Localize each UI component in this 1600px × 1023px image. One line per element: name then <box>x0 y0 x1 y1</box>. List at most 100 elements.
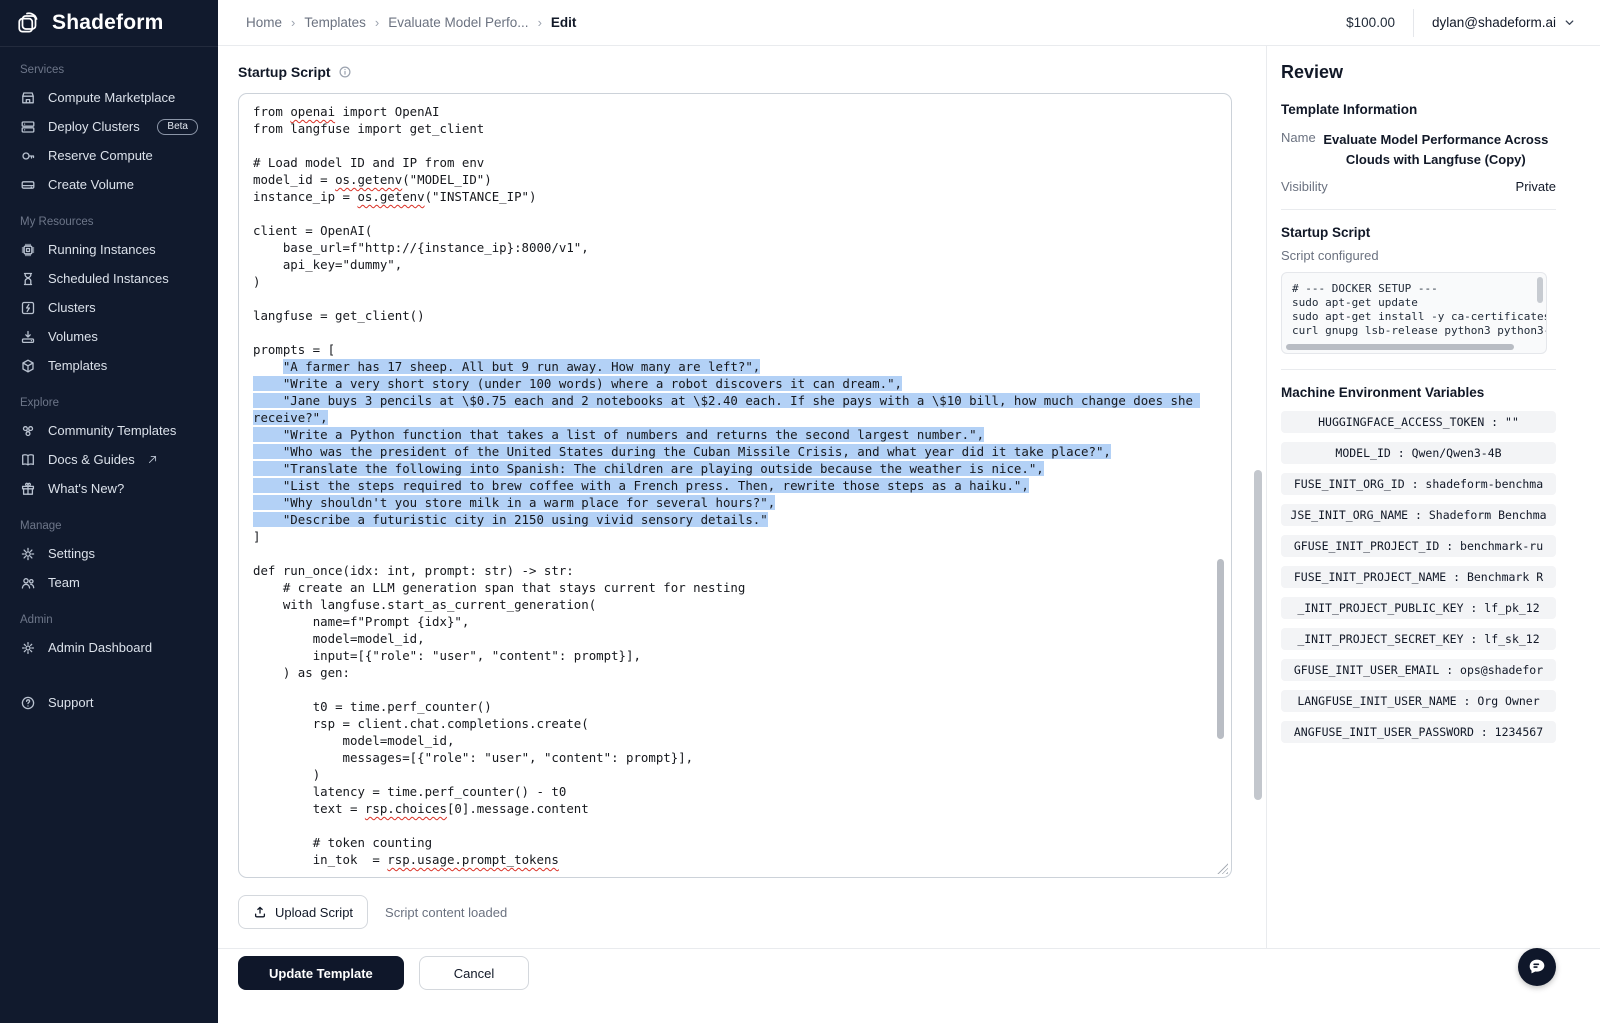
chevron-down-icon <box>1563 16 1576 29</box>
main-content: Startup Script from openai import OpenAI… <box>218 46 1267 948</box>
topbar: Home › Templates › Evaluate Model Perfo.… <box>218 0 1600 46</box>
visibility-value: Private <box>1516 179 1556 194</box>
section-label-admin: Admin <box>20 614 198 626</box>
sidebar-item-label: Volumes <box>48 329 98 344</box>
chat-bubble-icon <box>1526 956 1548 978</box>
bottom-action-bar: Update Template Cancel <box>218 948 1600 1023</box>
code-before-selection: from openai import OpenAI from langfuse … <box>253 104 589 374</box>
env-var-row: GFUSE_INIT_USER_EMAIL : ops@shadefor <box>1281 659 1556 681</box>
upload-icon <box>253 905 267 919</box>
logo-text: Shadeform <box>52 11 164 35</box>
topbar-divider <box>1413 9 1414 37</box>
env-var-row: FUSE_INIT_PROJECT_NAME : Benchmark R <box>1281 566 1556 588</box>
update-template-button[interactable]: Update Template <box>238 956 404 990</box>
review-panel: Review Template Information Name Evaluat… <box>1267 46 1600 948</box>
hourglass-icon <box>20 271 36 287</box>
script-preview-line: sudo apt-get update <box>1292 296 1532 310</box>
clusters-icon <box>20 300 36 316</box>
sidebar-item-create-volume[interactable]: Create Volume <box>0 170 218 199</box>
env-var-row: ANGFUSE_INIT_USER_PASSWORD : 1234567 <box>1281 721 1556 743</box>
sidebar-item-settings[interactable]: Settings <box>0 539 218 568</box>
preview-horizontal-scrollbar[interactable] <box>1286 344 1514 350</box>
script-preview-box[interactable]: # --- DOCKER SETUP --- sudo apt-get upda… <box>1281 272 1547 354</box>
sidebar-item-label: Admin Dashboard <box>48 640 152 655</box>
sidebar-item-whats-new[interactable]: What's New? <box>0 474 218 503</box>
upload-button-label: Upload Script <box>275 905 353 920</box>
env-var-row: _INIT_PROJECT_PUBLIC_KEY : lf_pk_12 <box>1281 597 1556 619</box>
sidebar-item-label: What's New? <box>48 481 124 496</box>
logo[interactable]: Shadeform <box>0 0 218 47</box>
breadcrumb-current: Edit <box>551 15 577 30</box>
sidebar-item-deploy-clusters[interactable]: Deploy Clusters Beta <box>0 112 218 141</box>
sidebar-item-reserve-compute[interactable]: Reserve Compute <box>0 141 218 170</box>
shadeform-logo-icon <box>16 10 42 36</box>
sidebar-item-admin-dashboard[interactable]: Admin Dashboard <box>0 633 218 662</box>
script-preview-line: curl gnupg lsb-release python3 python3- <box>1292 324 1532 338</box>
server-stack-icon <box>20 119 36 135</box>
upload-status-text: Script content loaded <box>385 905 507 920</box>
beta-badge: Beta <box>157 119 198 135</box>
startup-script-editor[interactable]: from openai import OpenAI from langfuse … <box>238 93 1232 878</box>
breadcrumb-home[interactable]: Home <box>246 15 282 30</box>
sidebar-item-label: Deploy Clusters <box>48 119 140 134</box>
team-icon <box>20 575 36 591</box>
section-label-my-resources: My Resources <box>20 216 198 228</box>
breadcrumb: Home › Templates › Evaluate Model Perfo.… <box>246 15 576 30</box>
breadcrumb-separator: › <box>538 15 542 30</box>
sidebar-item-support[interactable]: Support <box>0 688 218 717</box>
sidebar-item-label: Running Instances <box>48 242 156 257</box>
account-menu[interactable]: dylan@shadeform.ai <box>1432 15 1576 30</box>
sidebar-item-label: Settings <box>48 546 95 561</box>
name-label: Name <box>1281 130 1316 169</box>
sidebar: Shadeform Services Compute Marketplace D… <box>0 0 218 1023</box>
sidebar-item-community-templates[interactable]: Community Templates <box>0 416 218 445</box>
startup-script-heading: Startup Script <box>1281 225 1556 240</box>
app-window: Shadeform Services Compute Marketplace D… <box>0 0 1600 1023</box>
sidebar-item-label: Clusters <box>48 300 96 315</box>
env-var-row: LANGFUSE_INIT_USER_NAME : Org Owner <box>1281 690 1556 712</box>
section-label-services: Services <box>20 64 198 76</box>
sidebar-item-label: Reserve Compute <box>48 148 153 163</box>
sidebar-item-label: Templates <box>48 358 107 373</box>
sidebar-item-running-instances[interactable]: Running Instances <box>0 235 218 264</box>
code-selected-text: "A farmer has 17 sheep. All but 9 run aw… <box>253 359 1200 527</box>
sidebar-item-compute-marketplace[interactable]: Compute Marketplace <box>0 83 218 112</box>
sidebar-item-team[interactable]: Team <box>0 568 218 597</box>
cube-icon <box>20 358 36 374</box>
sidebar-item-templates[interactable]: Templates <box>0 351 218 380</box>
env-var-row: JSE_INIT_ORG_NAME : Shadeform Benchma <box>1281 504 1556 526</box>
sidebar-item-label: Scheduled Instances <box>48 271 169 286</box>
sidebar-item-docs-guides[interactable]: Docs & Guides <box>0 445 218 474</box>
chat-widget-button[interactable] <box>1518 948 1556 986</box>
reserve-key-icon <box>20 148 36 164</box>
upload-script-button[interactable]: Upload Script <box>238 895 368 929</box>
editor-scrollbar[interactable] <box>1217 559 1224 739</box>
sidebar-item-scheduled-instances[interactable]: Scheduled Instances <box>0 264 218 293</box>
env-var-row: FUSE_INIT_ORG_ID : shadeform-benchma <box>1281 473 1556 495</box>
preview-vertical-scrollbar[interactable] <box>1537 277 1543 303</box>
sidebar-item-label: Community Templates <box>48 423 176 438</box>
breadcrumb-separator: › <box>291 15 295 30</box>
breadcrumb-template-name[interactable]: Evaluate Model Perfo... <box>388 15 528 30</box>
account-balance: $100.00 <box>1346 15 1395 30</box>
breadcrumb-templates[interactable]: Templates <box>304 15 366 30</box>
cancel-button[interactable]: Cancel <box>419 956 529 990</box>
community-icon <box>20 423 36 439</box>
sidebar-item-clusters[interactable]: Clusters <box>0 293 218 322</box>
script-preview-line: sudo apt-get install -y ca-certificates <box>1292 310 1532 324</box>
section-label-explore: Explore <box>20 397 198 409</box>
review-title: Review <box>1281 62 1556 83</box>
env-var-row: MODEL_ID : Qwen/Qwen3-4B <box>1281 442 1556 464</box>
editor-resize-handle[interactable] <box>1217 863 1228 874</box>
code-after-selection: ] def run_once(idx: int, prompt: str) ->… <box>253 529 745 867</box>
volume-download-icon <box>20 329 36 345</box>
template-name-value: Evaluate Model Performance Across Clouds… <box>1316 130 1556 169</box>
main-scrollbar[interactable] <box>1254 470 1262 800</box>
sidebar-item-volumes[interactable]: Volumes <box>0 322 218 351</box>
gift-icon <box>20 481 36 497</box>
help-icon <box>20 695 36 711</box>
sidebar-item-label: Support <box>48 695 94 710</box>
env-vars-heading: Machine Environment Variables <box>1281 385 1556 400</box>
book-icon <box>20 452 36 468</box>
info-icon[interactable] <box>338 65 352 79</box>
